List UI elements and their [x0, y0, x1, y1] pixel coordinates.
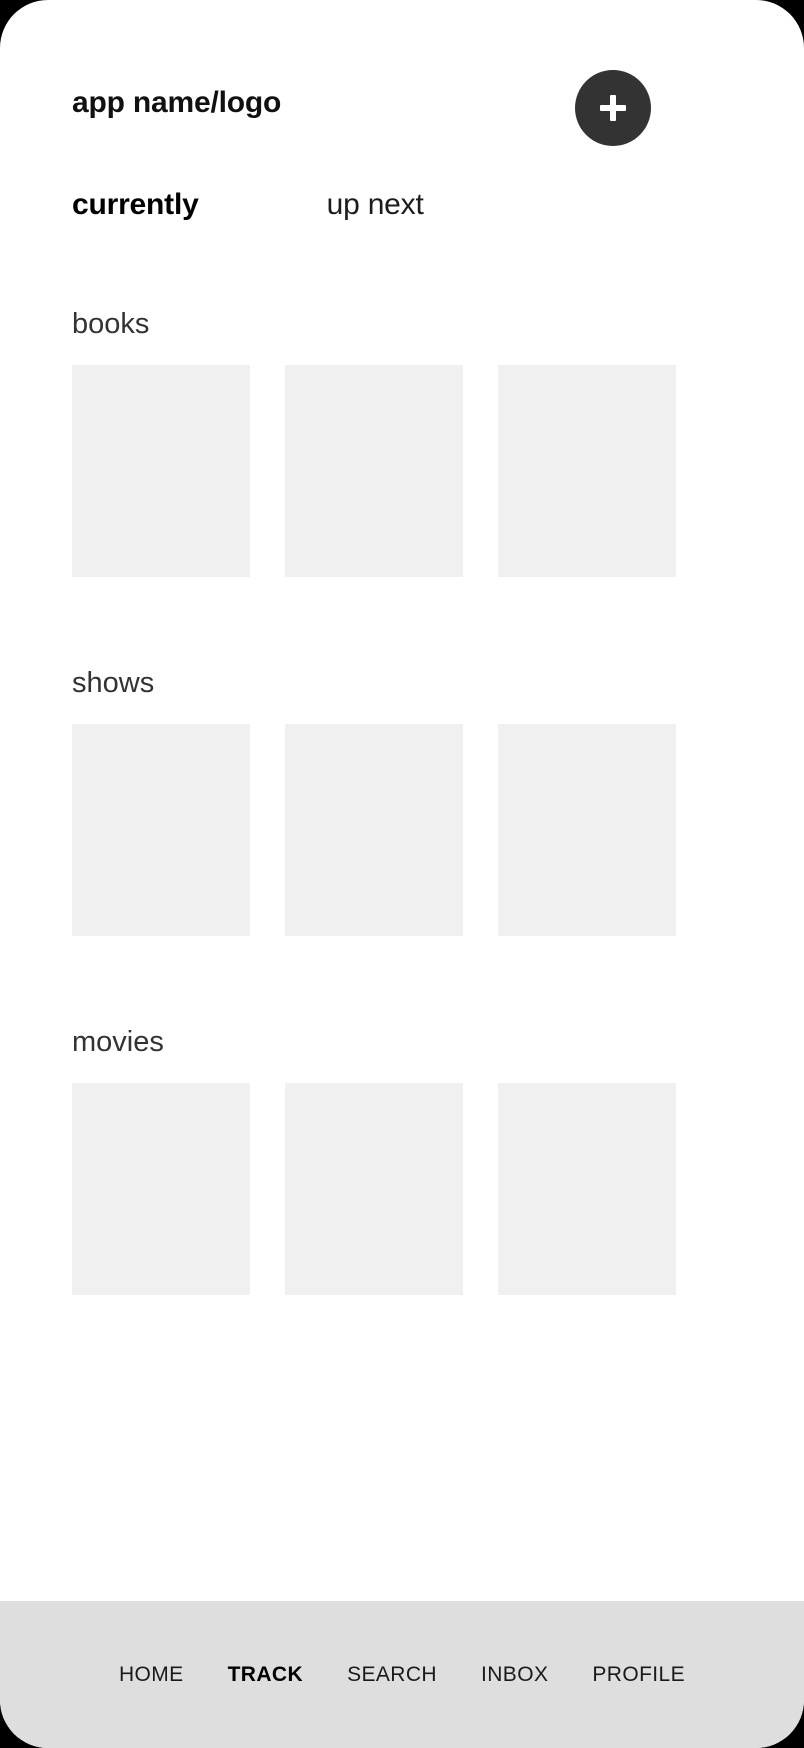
bottom-navigation: HOME TRACK SEARCH INBOX PROFILE: [0, 1601, 804, 1748]
app-screen: app name/logo currently up next books sh…: [0, 0, 804, 1748]
nav-item-track[interactable]: TRACK: [206, 1663, 326, 1687]
tab-up-next[interactable]: up next: [327, 190, 424, 220]
card-item[interactable]: [498, 1083, 676, 1295]
nav-item-home[interactable]: HOME: [97, 1663, 206, 1687]
section-title-shows: shows: [72, 667, 155, 699]
nav-item-search[interactable]: SEARCH: [325, 1663, 459, 1687]
card-row-movies[interactable]: [0, 1083, 804, 1295]
card-item[interactable]: [72, 724, 250, 936]
card-item[interactable]: [72, 1083, 250, 1295]
card-item[interactable]: [285, 365, 463, 577]
app-logo: app name/logo: [72, 86, 282, 119]
add-button[interactable]: [575, 70, 651, 146]
section-title-movies: movies: [72, 1026, 164, 1058]
tab-currently[interactable]: currently: [72, 190, 199, 220]
card-item[interactable]: [498, 365, 676, 577]
tab-bar: currently up next: [0, 190, 804, 280]
card-item[interactable]: [285, 1083, 463, 1295]
app-header: app name/logo: [0, 0, 804, 190]
card-item[interactable]: [498, 724, 676, 936]
nav-item-profile[interactable]: PROFILE: [570, 1663, 707, 1687]
section-shows: shows: [0, 669, 804, 936]
section-movies: movies: [0, 1028, 804, 1295]
nav-item-inbox[interactable]: INBOX: [459, 1663, 570, 1687]
card-item[interactable]: [72, 365, 250, 577]
plus-icon: [600, 95, 626, 121]
content-area: books shows movies: [0, 280, 804, 1601]
card-row-shows[interactable]: [0, 724, 804, 936]
section-books: books: [0, 310, 804, 577]
card-item[interactable]: [285, 724, 463, 936]
section-title-books: books: [72, 308, 150, 340]
card-row-books[interactable]: [0, 365, 804, 577]
